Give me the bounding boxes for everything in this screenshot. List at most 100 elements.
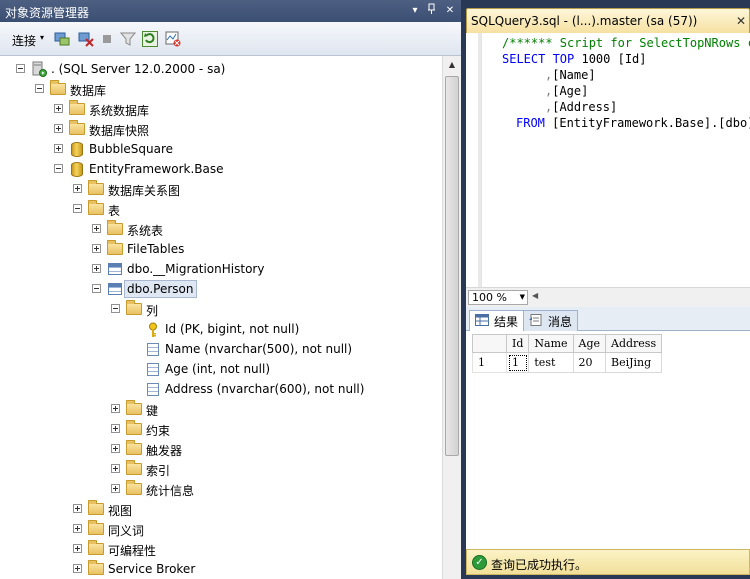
grid-cell-age[interactable]: 20 [572, 352, 607, 373]
tree-node-databases[interactable]: 数据库 [0, 79, 440, 99]
collapse-toggle-icon[interactable] [16, 64, 25, 73]
refresh-icon[interactable] [142, 31, 158, 47]
folder-icon [88, 200, 104, 215]
tree-node-synonyms[interactable]: 同义词 [0, 519, 440, 539]
code-line-name: ,[Name] [545, 68, 596, 82]
object-explorer-titlebar: 对象资源管理器 ▾ ✕ [0, 0, 461, 22]
tree-node-triggers[interactable]: 触发器 [0, 439, 440, 459]
tree-node-keys[interactable]: 键 [0, 399, 440, 419]
tree-node-dbo-person[interactable]: dbo.Person [0, 279, 440, 299]
collapse-toggle-icon[interactable] [73, 204, 82, 213]
connect-button[interactable]: 连接 [12, 32, 36, 49]
grid-cell-address[interactable]: BeiJing [605, 352, 663, 373]
tab-results[interactable]: 结果 [469, 310, 525, 332]
status-text: 查询已成功执行。 [491, 558, 588, 572]
grid-cell-id[interactable]: 1 [505, 352, 530, 373]
expand-toggle-icon[interactable] [54, 124, 63, 133]
object-explorer-tree: . (SQL Server 12.0.2000 - sa) 数据库 系统数据库 … [0, 56, 442, 579]
tree-node-label: 列 [146, 304, 159, 318]
close-panel-icon[interactable]: ✕ [443, 3, 457, 18]
tree-node-column-name[interactable]: Name (nvarchar(500), not null) [0, 339, 440, 359]
tree-node-filetables[interactable]: FileTables [0, 239, 440, 259]
expand-toggle-icon[interactable] [92, 224, 101, 233]
expand-toggle-icon[interactable] [111, 404, 120, 413]
tree-node-column-id[interactable]: Id (PK, bigint, not null) [0, 319, 440, 339]
tree-node-tables[interactable]: 表 [0, 199, 440, 219]
connect-object-explorer-icon[interactable] [54, 31, 70, 47]
tree-node-database-diagrams[interactable]: 数据库关系图 [0, 179, 440, 199]
tree-node-column-address[interactable]: Address (nvarchar(600), not null) [0, 379, 440, 399]
tree-node-database-snapshots[interactable]: 数据库快照 [0, 119, 440, 139]
tree-node-label: . (SQL Server 12.0.2000 - sa) [51, 62, 226, 76]
zoom-select[interactable]: 100 % ▼ [468, 290, 528, 305]
scroll-up-icon[interactable]: ▲ [443, 56, 461, 74]
tree-node-indexes[interactable]: 索引 [0, 459, 440, 479]
row-header-corner [472, 334, 507, 353]
tab-messages[interactable]: 消息 [523, 310, 579, 331]
expand-toggle-icon[interactable] [92, 244, 101, 253]
object-explorer-toolbar: 连接 ▾ [0, 22, 461, 56]
sql-editor[interactable]: /****** Script for SelectTopNRows co SEL… [466, 33, 750, 287]
connect-dropdown-icon[interactable]: ▾ [40, 33, 44, 42]
tree-node-statistics[interactable]: 统计信息 [0, 479, 440, 499]
code-text: [Name] [552, 68, 596, 82]
tree-node-constraints[interactable]: 约束 [0, 419, 440, 439]
results-grid[interactable]: Id Name Age Address 1 1 test 20 BeiJing [466, 331, 750, 549]
code-line-select: SELECT TOP 1000 [Id] [502, 52, 647, 66]
tree-vertical-scrollbar[interactable]: ▲ [442, 56, 461, 579]
collapse-toggle-icon[interactable] [54, 164, 63, 173]
stop-icon[interactable] [100, 31, 116, 47]
column-header[interactable]: Name [528, 334, 574, 353]
expand-toggle-icon[interactable] [54, 144, 63, 153]
folder-icon [126, 440, 142, 455]
window-position-dropdown-icon[interactable]: ▾ [408, 3, 422, 18]
expand-toggle-icon[interactable] [73, 504, 82, 513]
table-row[interactable]: 1 1 test 20 BeiJing [472, 352, 663, 373]
code-text: [EntityFramework.Base].[dbo]. [544, 116, 750, 130]
scroll-left-icon[interactable]: ◀ [532, 291, 538, 300]
expand-toggle-icon[interactable] [54, 104, 63, 113]
tree-node-label: 系统数据库 [89, 104, 150, 118]
column-header[interactable]: Address [605, 334, 663, 353]
expand-toggle-icon[interactable] [92, 264, 101, 273]
query-document-tab[interactable]: SQLQuery3.sql - (l...).master (sa (57)) … [466, 8, 750, 33]
tree-node-server[interactable]: . (SQL Server 12.0.2000 - sa) [0, 59, 440, 79]
code-line-comment: /****** Script for SelectTopNRows co [502, 36, 750, 50]
collapse-toggle-icon[interactable] [111, 304, 120, 313]
disconnect-icon[interactable] [78, 31, 94, 47]
tree-node-service-broker[interactable]: Service Broker [0, 559, 440, 579]
column-icon [147, 363, 159, 376]
collapse-toggle-icon[interactable] [35, 84, 44, 93]
tree-node-column-age[interactable]: Age (int, not null) [0, 359, 440, 379]
column-header[interactable]: Age [572, 334, 607, 353]
server-icon [31, 61, 47, 77]
messages-icon [529, 314, 543, 326]
grid-cell-name[interactable]: test [528, 352, 574, 373]
tree-node-migration-history[interactable]: dbo.__MigrationHistory [0, 259, 440, 279]
collapse-toggle-icon[interactable] [92, 284, 101, 293]
expand-toggle-icon[interactable] [111, 424, 120, 433]
expand-toggle-icon[interactable] [111, 484, 120, 493]
tree-node-system-tables[interactable]: 系统表 [0, 219, 440, 239]
filter-icon[interactable] [119, 31, 137, 47]
tree-node-entityframework-base[interactable]: EntityFramework.Base [0, 159, 440, 179]
expand-toggle-icon[interactable] [111, 464, 120, 473]
code-text: 1000 [Id] [574, 52, 647, 66]
tree-node-bubblesquare[interactable]: BubbleSquare [0, 139, 440, 159]
close-tab-icon[interactable]: ✕ [736, 14, 746, 28]
expand-toggle-icon[interactable] [73, 544, 82, 553]
tree-node-columns[interactable]: 列 [0, 299, 440, 319]
query-tab-title: SQLQuery3.sql - (l...).master (sa (57)) [471, 14, 698, 28]
tree-node-system-databases[interactable]: 系统数据库 [0, 99, 440, 119]
column-header[interactable]: Id [505, 334, 530, 353]
expand-toggle-icon[interactable] [73, 564, 82, 573]
row-number[interactable]: 1 [472, 352, 507, 373]
tree-node-views[interactable]: 视图 [0, 499, 440, 519]
expand-toggle-icon[interactable] [73, 184, 82, 193]
tree-node-programmability[interactable]: 可编程性 [0, 539, 440, 559]
auto-hide-pin-icon[interactable] [425, 3, 439, 18]
expand-toggle-icon[interactable] [111, 444, 120, 453]
scrollbar-thumb[interactable] [445, 76, 459, 456]
expand-toggle-icon[interactable] [73, 524, 82, 533]
activity-monitor-icon[interactable] [165, 31, 181, 47]
